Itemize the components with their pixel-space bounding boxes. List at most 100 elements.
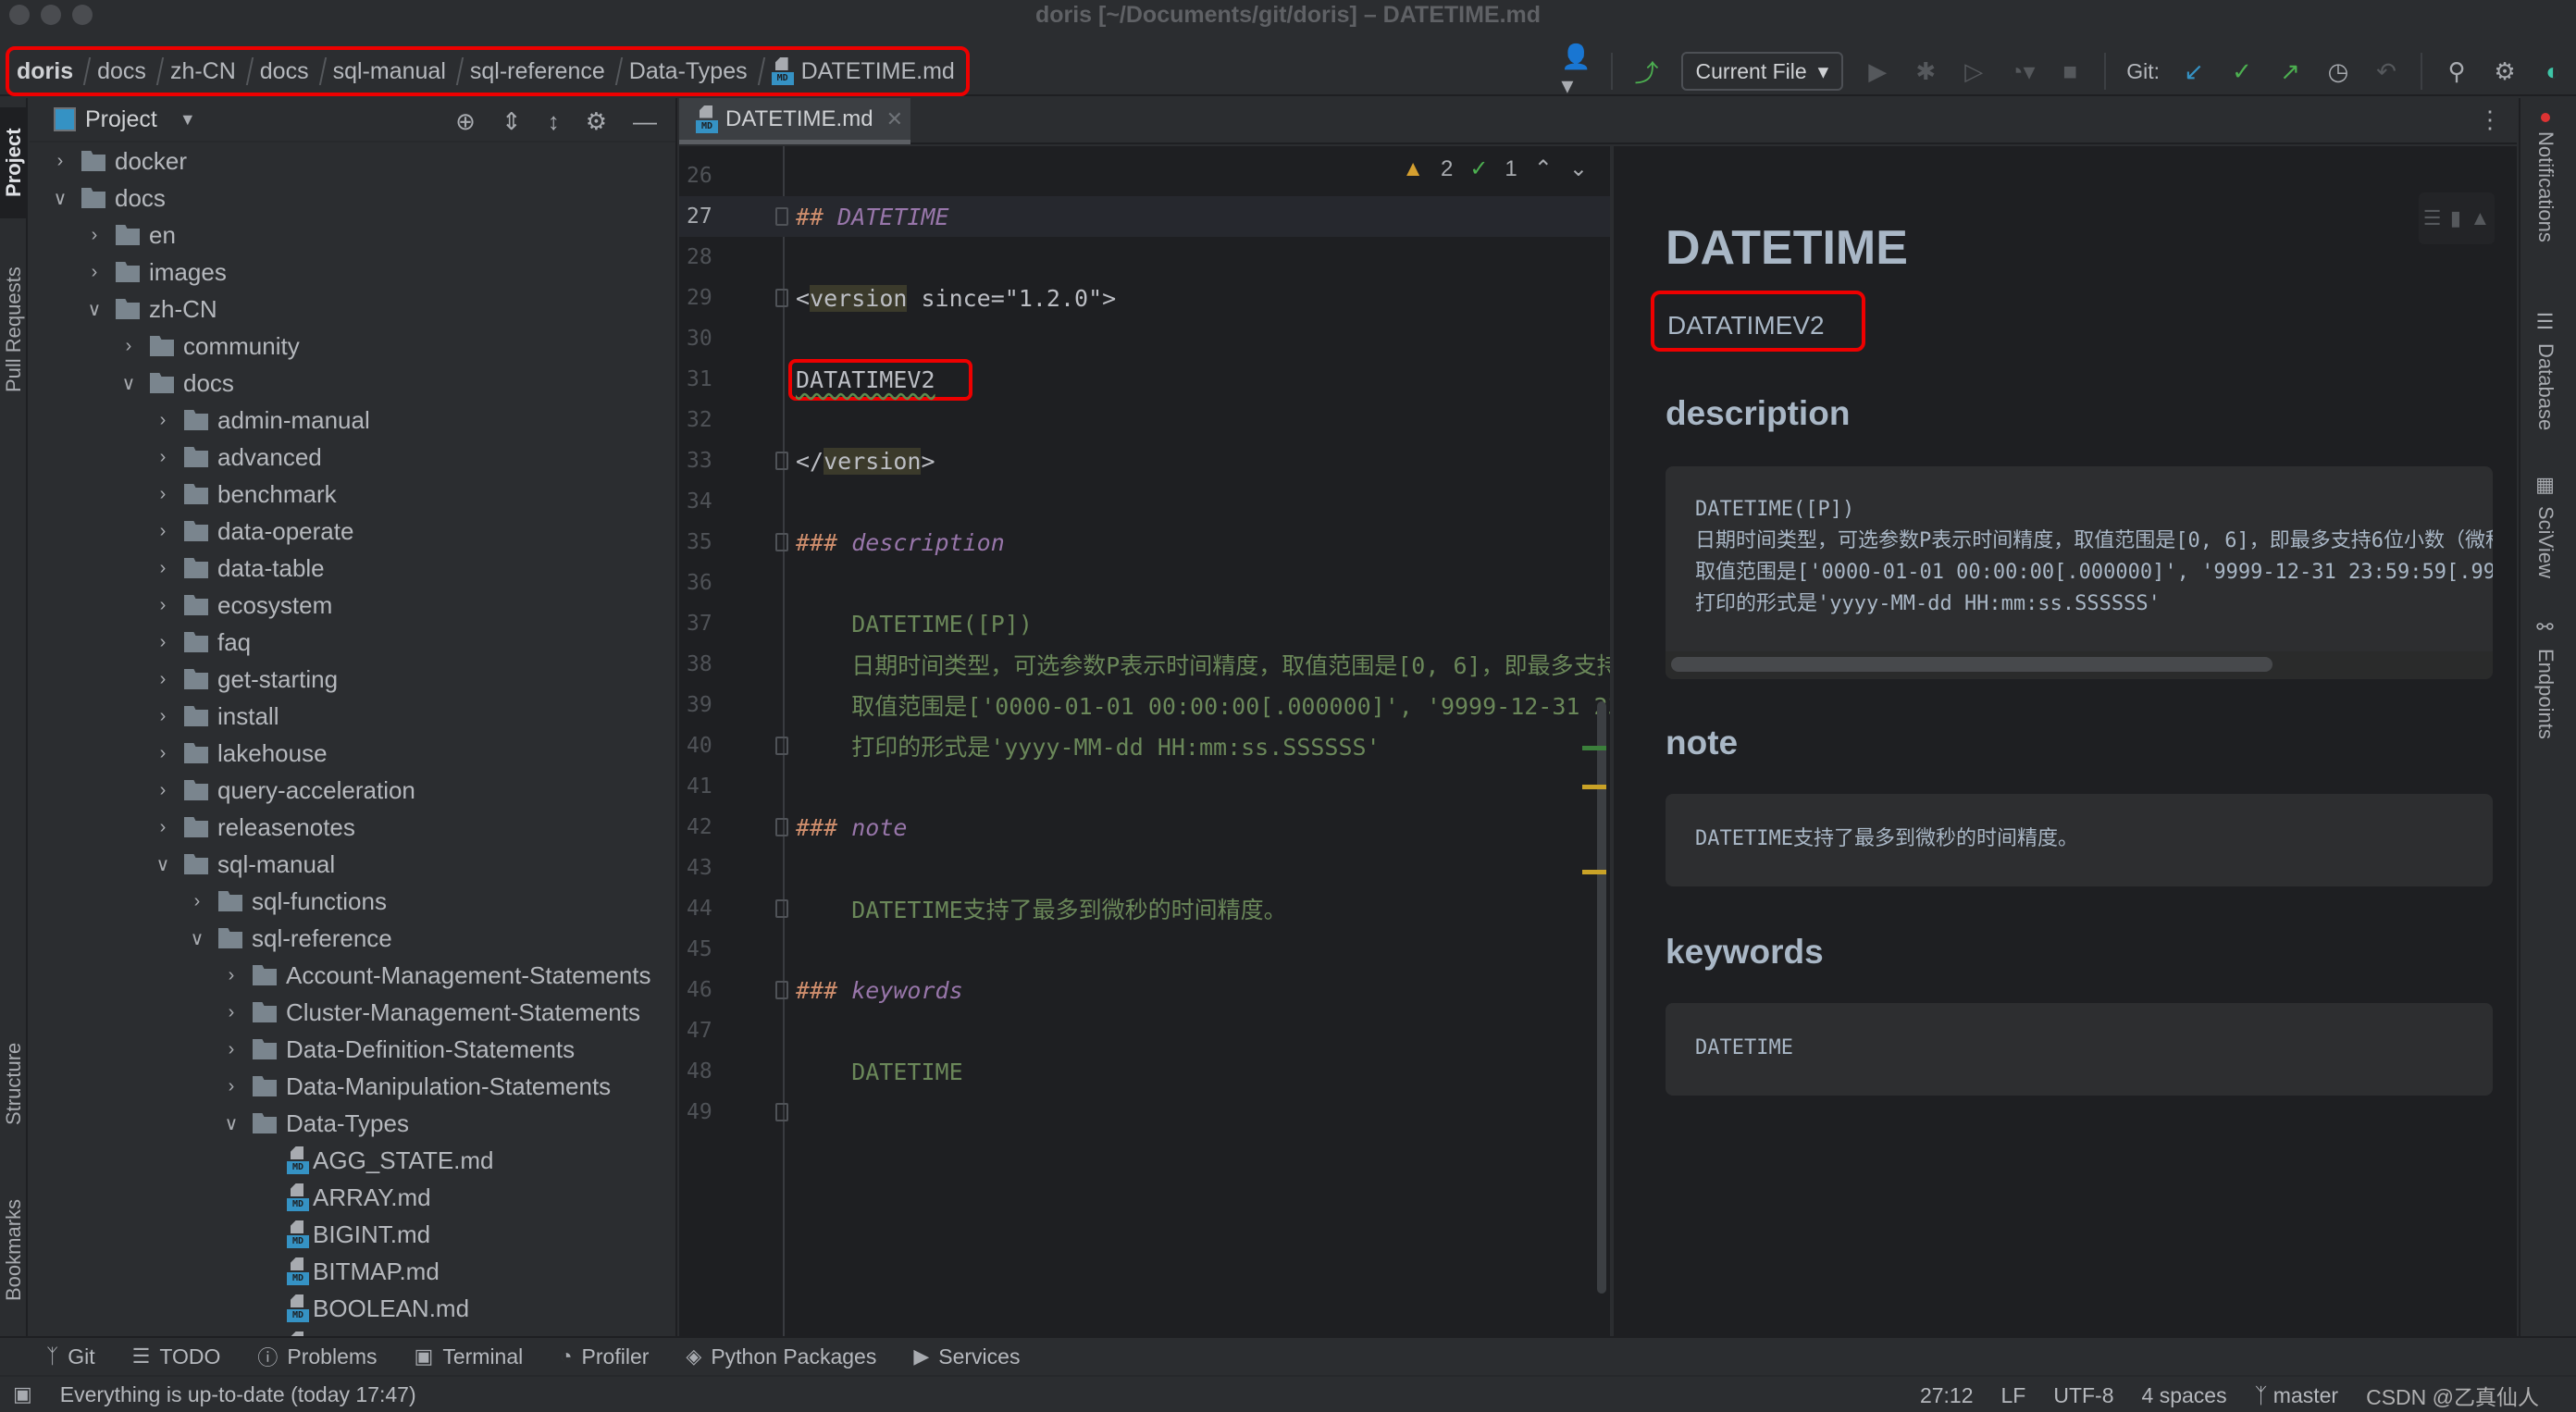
fold-marker-icon[interactable] xyxy=(775,981,788,999)
horizontal-scrollbar[interactable] xyxy=(1671,657,2273,672)
breadcrumb-item[interactable]: docs xyxy=(97,58,146,85)
tree-folder[interactable]: ∨ docs xyxy=(30,365,675,402)
code-line[interactable]: 31 DATATIMEV2 xyxy=(679,358,1610,401)
tree-folder[interactable]: › releasenotes xyxy=(30,809,675,846)
search-icon[interactable]: ⚲ xyxy=(2443,57,2471,85)
code-line[interactable]: 43 xyxy=(679,848,1610,888)
inspection-widget[interactable]: ▲ 2 ✓ 1 ⌃ ⌄ xyxy=(1402,155,1588,182)
tree-file[interactable]: BIGINT.md xyxy=(30,1216,675,1253)
chevron-right-icon[interactable]: › xyxy=(149,410,177,431)
settings-icon[interactable]: ⚙ xyxy=(586,107,607,136)
chevron-right-icon[interactable]: › xyxy=(80,225,108,246)
bottom-tool-todo[interactable]: ☰ TODO xyxy=(132,1344,221,1369)
run-config-dropdown[interactable]: Current File ▾ xyxy=(1680,52,1844,91)
tab-datetime-md[interactable]: DATETIME.md ✕ xyxy=(679,98,910,144)
fold-marker-icon[interactable] xyxy=(775,207,788,226)
history-icon[interactable]: ◷ xyxy=(2324,57,2352,85)
breadcrumb-item[interactable]: docs xyxy=(260,58,309,85)
tree-folder[interactable]: › faq xyxy=(30,624,675,661)
tree-folder[interactable]: › Data-Definition-Statements xyxy=(30,1031,675,1068)
hide-panel-icon[interactable]: — xyxy=(633,107,657,136)
code-line[interactable]: 38 日期时间类型，可选参数P表示时间精度，取值范围是[0, 6]，即最多支持6… xyxy=(679,644,1610,685)
chevron-down-icon[interactable]: ∨ xyxy=(115,372,142,395)
caret-position[interactable]: 27:12 xyxy=(1920,1383,1974,1408)
chevron-down-icon[interactable]: ∨ xyxy=(149,853,177,876)
tool-tab-sciview[interactable]: ▦ SciView xyxy=(2533,474,2557,578)
bottom-tool-profiler[interactable]: ◔ Profiler xyxy=(560,1344,649,1369)
tree-folder[interactable]: ∨ docs xyxy=(30,180,675,217)
chevron-right-icon[interactable]: › xyxy=(149,484,177,505)
git-branch-widget[interactable]: ᛉ master xyxy=(2255,1383,2339,1408)
rollback-icon[interactable]: ↶ xyxy=(2372,57,2400,85)
tree-folder[interactable]: ∨ sql-manual xyxy=(30,846,675,883)
code-line[interactable]: 37 DATETIME([P]) xyxy=(679,603,1610,644)
git-update-icon[interactable]: ↙ xyxy=(2180,57,2208,85)
tree-folder[interactable]: › query-acceleration xyxy=(30,772,675,809)
breadcrumb-item[interactable]: zh-CN xyxy=(170,58,236,85)
profile-icon[interactable]: ◔▾ xyxy=(2008,57,2036,85)
fold-marker-icon[interactable] xyxy=(775,737,788,755)
tree-folder[interactable]: › get-starting xyxy=(30,661,675,698)
chevron-right-icon[interactable]: › xyxy=(149,521,177,542)
toggle-tool-windows-icon[interactable]: ▣ xyxy=(13,1382,32,1406)
preview-only-icon[interactable]: ▲ xyxy=(2470,206,2490,230)
bottom-tool-terminal[interactable]: ▣ Terminal xyxy=(415,1344,524,1369)
chevron-right-icon[interactable]: › xyxy=(217,965,245,986)
code-line[interactable]: 44 DATETIME支持了最多到微秒的时间精度。 xyxy=(679,888,1610,929)
tool-tab-endpoints[interactable]: ⚯ Endpoints xyxy=(2533,616,2557,739)
fold-marker-icon[interactable] xyxy=(775,1103,788,1121)
locate-file-icon[interactable]: ⊕ xyxy=(455,107,476,136)
code-line[interactable]: 49 xyxy=(679,1092,1610,1133)
chevron-right-icon[interactable]: › xyxy=(183,891,211,912)
code-line[interactable]: 30 xyxy=(679,318,1610,359)
indent-setting[interactable]: 4 spaces xyxy=(2142,1383,2227,1408)
code-editor[interactable]: 26 27 ## DATETIME 28 29 <version since="1.2.0… xyxy=(679,146,1610,1336)
tree-folder[interactable]: › install xyxy=(30,698,675,735)
chevron-right-icon[interactable]: › xyxy=(217,1076,245,1097)
tree-folder[interactable]: › community xyxy=(30,328,675,365)
split-view-icon[interactable]: ▮ xyxy=(2450,206,2461,230)
breadcrumb-item[interactable]: Data-Types xyxy=(629,58,748,85)
tree-file[interactable]: ARRAY.md xyxy=(30,1179,675,1216)
tree-file[interactable]: CHAR.md xyxy=(30,1327,675,1337)
settings-icon[interactable]: ⚙ xyxy=(2491,57,2519,85)
git-push-icon[interactable]: ↗ xyxy=(2276,57,2304,85)
chevron-down-icon[interactable]: ∨ xyxy=(217,1112,245,1135)
code-line[interactable]: 47 xyxy=(679,1010,1610,1051)
fold-marker-icon[interactable] xyxy=(775,899,788,918)
code-line[interactable]: 48 DATETIME xyxy=(679,1051,1610,1092)
file-encoding[interactable]: UTF-8 xyxy=(2053,1383,2113,1408)
tree-file[interactable]: BOOLEAN.md xyxy=(30,1290,675,1327)
tree-file[interactable]: AGG_STATE.md xyxy=(30,1142,675,1179)
tool-tab-database[interactable]: ☰ Database xyxy=(2533,311,2557,430)
code-line[interactable]: 27 ## DATETIME xyxy=(679,196,1610,237)
code-line[interactable]: 29 <version since="1.2.0"> xyxy=(679,278,1610,318)
debug-icon[interactable]: ✱ xyxy=(1912,57,1939,85)
chevron-right-icon[interactable]: › xyxy=(149,447,177,468)
chevron-down-icon[interactable]: ▼ xyxy=(180,110,196,130)
breadcrumb-item[interactable]: doris xyxy=(17,58,73,85)
run-icon[interactable]: ▶ xyxy=(1864,57,1891,85)
stop-icon[interactable]: ■ xyxy=(2056,57,2084,85)
bottom-tool-git[interactable]: ᛉ Git xyxy=(46,1344,95,1369)
breadcrumb-item[interactable]: sql-reference xyxy=(470,58,605,85)
tree-folder[interactable]: ∨ sql-reference xyxy=(30,920,675,957)
tree-folder[interactable]: › admin-manual xyxy=(30,402,675,439)
coverage-icon[interactable]: ▷ xyxy=(1960,57,1988,85)
chevron-right-icon[interactable]: › xyxy=(149,743,177,764)
tree-folder[interactable]: › images xyxy=(30,254,675,291)
bottom-tool-python-packages[interactable]: ◈ Python Packages xyxy=(686,1344,876,1369)
code-line[interactable]: 46 ### keywords xyxy=(679,970,1610,1010)
breadcrumb-item[interactable]: sql-manual xyxy=(333,58,446,85)
chevron-right-icon[interactable]: › xyxy=(149,595,177,616)
code-line[interactable]: 45 xyxy=(679,929,1610,970)
scroll-marker[interactable] xyxy=(1582,870,1606,874)
tree-folder[interactable]: › benchmark xyxy=(30,476,675,513)
bottom-tool-problems[interactable]: ⓘ Problems xyxy=(257,1342,377,1371)
chevron-down-icon[interactable]: ∨ xyxy=(46,187,74,210)
chevron-right-icon[interactable]: › xyxy=(217,1002,245,1023)
previous-highlight-icon[interactable]: ⌃ xyxy=(1534,155,1553,182)
tool-tab-structure[interactable]: Structure xyxy=(0,1005,28,1162)
tree-folder[interactable]: › en xyxy=(30,217,675,254)
code-line[interactable]: 36 xyxy=(679,563,1610,603)
